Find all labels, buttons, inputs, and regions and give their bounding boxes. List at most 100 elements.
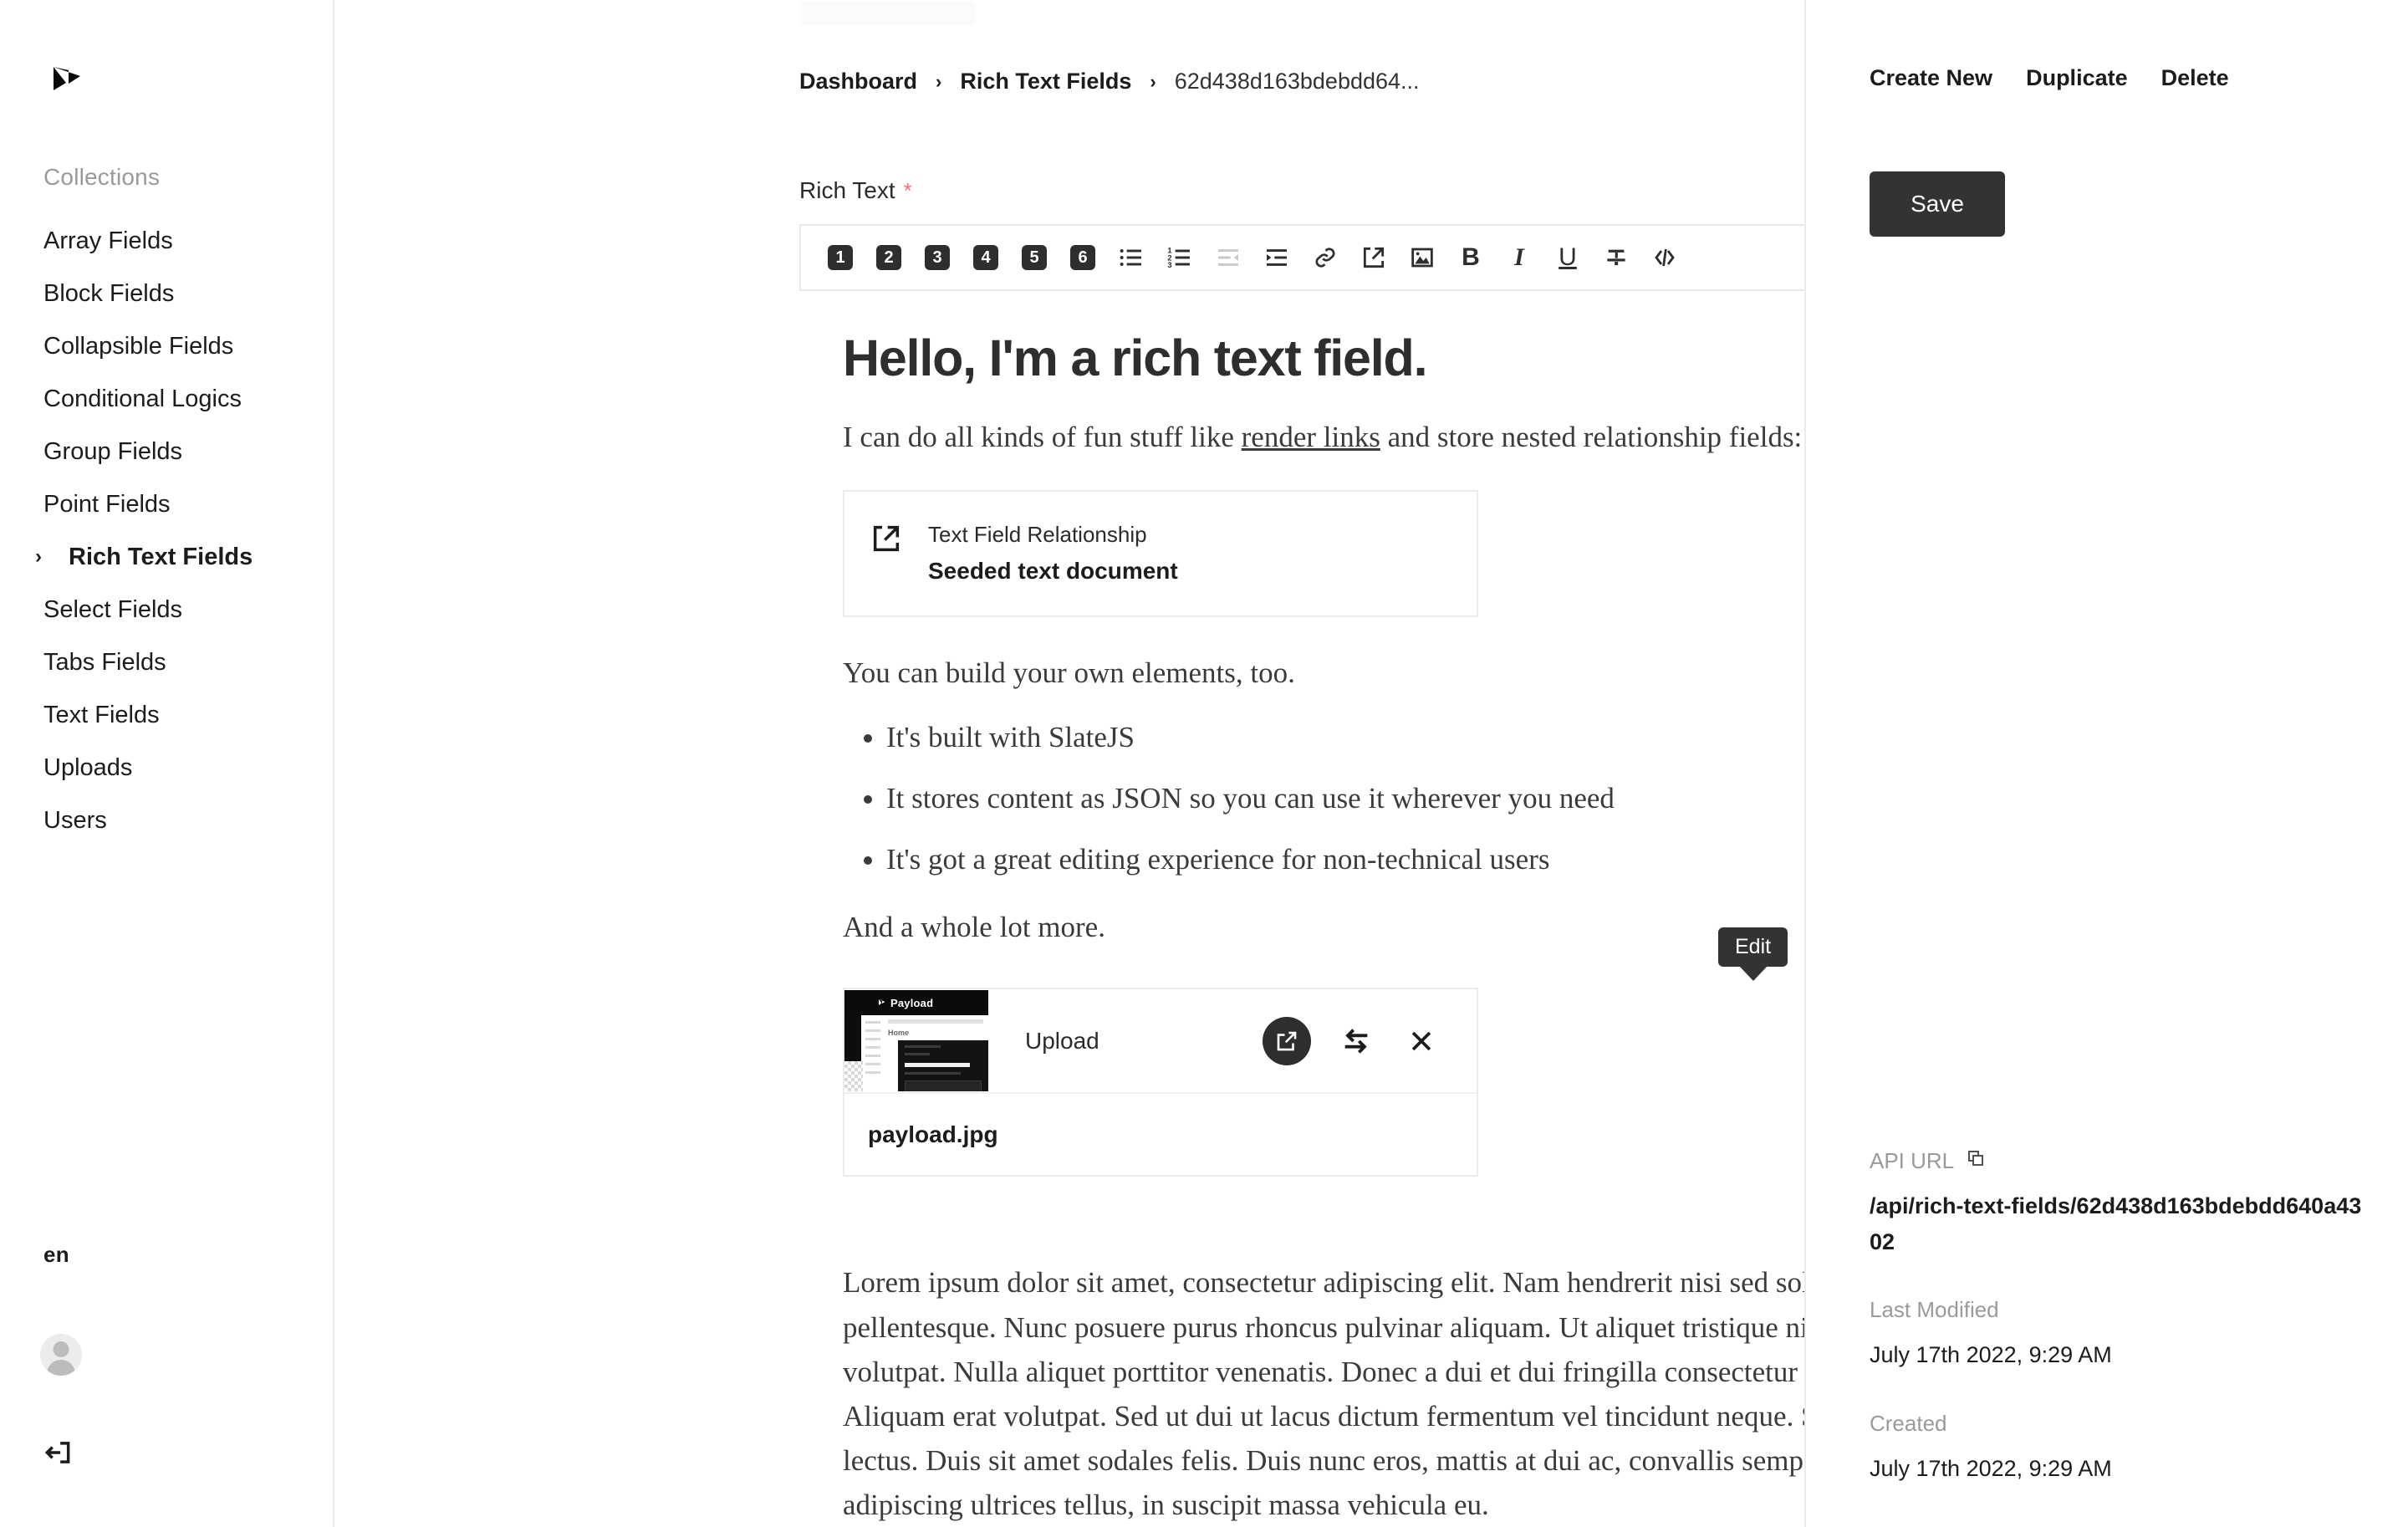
code-button[interactable] [1640, 233, 1689, 282]
sidebar-item-label: Uploads [43, 753, 133, 781]
italic-label: I [1514, 243, 1524, 271]
upload-filename: payload.jpg [868, 1121, 998, 1147]
bold-button[interactable]: B [1446, 233, 1495, 282]
content-heading-1: Hello, I'm a rich text field. [843, 329, 1428, 386]
sidebar-item-label: Point Fields [43, 490, 171, 518]
sidebar-item-uploads[interactable]: Uploads [0, 741, 334, 794]
avatar-head [53, 1341, 69, 1357]
link-button[interactable] [1301, 233, 1349, 282]
bulleted-list-button[interactable] [1107, 233, 1156, 282]
upload-row: Payload Home Upload [844, 989, 1477, 1095]
heading-2-button[interactable]: 2 [865, 233, 913, 282]
relationship-element[interactable]: Text Field Relationship Seeded text docu… [843, 489, 1478, 617]
nav-heading: Collections [43, 164, 161, 190]
swap-arrows-icon [1344, 1029, 1368, 1054]
italic-button[interactable]: I [1495, 233, 1543, 282]
outdent-button[interactable] [1204, 233, 1252, 282]
strikethrough-button[interactable] [1592, 233, 1640, 282]
payload-logo-icon[interactable] [43, 60, 87, 104]
relationship-collection-label: Text Field Relationship [928, 521, 1147, 547]
external-link-icon [1363, 247, 1385, 268]
sidebar-item-text-fields[interactable]: Text Fields [0, 688, 334, 741]
last-modified-value: July 17th 2022, 9:29 AM [1870, 1342, 2112, 1368]
image-icon [1411, 248, 1433, 268]
edit-pencil-icon [1277, 1031, 1297, 1051]
sidebar-item-users[interactable]: Users [0, 794, 334, 846]
heading-6-label: 6 [1070, 245, 1095, 270]
underline-button[interactable]: U [1543, 233, 1592, 282]
heading-5-button[interactable]: 5 [1010, 233, 1059, 282]
thumbnail-dark-panel [898, 1040, 988, 1092]
content-paragraph-3: And a whole lot more. [843, 911, 1105, 944]
indent-button[interactable] [1252, 233, 1301, 282]
sidebar-item-label: Collapsible Fields [43, 332, 234, 360]
numbered-list-button[interactable]: 1 2 3 [1156, 233, 1204, 282]
sidebar-item-label: Text Fields [43, 701, 160, 728]
sidebar-item-collapsible-fields[interactable]: Collapsible Fields [0, 319, 334, 372]
upload-element[interactable]: Payload Home Upload payload.jpg [843, 988, 1478, 1177]
sidebar-item-point-fields[interactable]: Point Fields [0, 478, 334, 530]
list-item: It stores content as JSON so you can use… [886, 776, 1804, 820]
thumbnail-brand-label: Payload [890, 996, 934, 1009]
upload-edit-button[interactable] [1263, 1016, 1311, 1065]
breadcrumb-rich-text-fields[interactable]: Rich Text Fields [960, 69, 1131, 94]
avatar[interactable] [40, 1334, 82, 1376]
app-root: Collections Array Fields Block Fields Co… [0, 0, 2408, 1527]
sidebar: Collections Array Fields Block Fields Co… [0, 0, 334, 1527]
heading-1-button[interactable]: 1 [816, 233, 865, 282]
upload-swap-button[interactable] [1336, 1021, 1376, 1061]
bulleted-list-icon [1120, 249, 1141, 266]
thumbnail-home-label: Home [888, 1029, 910, 1038]
upload-element-wrapper: Payload Home Upload payload.jpg Edit [843, 927, 1788, 1177]
upload-type-label: Upload [1025, 1027, 1099, 1054]
thumbnail-panel: Home [861, 1015, 988, 1092]
locale-selector[interactable]: en [43, 1242, 69, 1268]
copy-icon[interactable] [1966, 1148, 1986, 1174]
field-label-text: Rich Text [799, 177, 895, 203]
relationship-button[interactable] [1349, 233, 1398, 282]
sidebar-item-rich-text-fields[interactable]: › Rich Text Fields [0, 530, 334, 583]
document-meta: API URL /api/rich-text-fields/62d438d163… [1870, 1148, 2371, 1524]
paragraph-1-before: I can do all kinds of fun stuff like [843, 421, 1242, 454]
document-actions: Create New Duplicate Delete [1870, 65, 2229, 91]
relationship-document-title: Seeded text document [928, 557, 1178, 584]
breadcrumb-document-id: 62d438d163bdebdd64... [1174, 69, 1420, 94]
main-content: Dashboard › Rich Text Fields › 62d438d16… [334, 0, 1806, 1527]
breadcrumb-dashboard[interactable]: Dashboard [799, 69, 917, 94]
sidebar-item-array-fields[interactable]: Array Fields [0, 214, 334, 267]
list-item: It's got a great editing experience for … [886, 837, 1804, 881]
heading-3-button[interactable]: 3 [913, 233, 962, 282]
upload-thumbnail: Payload Home [844, 990, 988, 1092]
sidebar-item-label: Rich Text Fields [69, 543, 253, 570]
upload-button[interactable] [1398, 233, 1446, 282]
delete-button[interactable]: Delete [2161, 65, 2229, 91]
outdent-icon [1218, 249, 1238, 266]
sidebar-item-block-fields[interactable]: Block Fields [0, 267, 334, 319]
duplicate-button[interactable]: Duplicate [2026, 65, 2128, 91]
last-modified-label: Last Modified [1870, 1297, 1999, 1323]
upload-remove-button[interactable] [1401, 1021, 1441, 1061]
sidebar-item-group-fields[interactable]: Group Fields [0, 425, 334, 478]
numbered-list-icon: 1 2 3 [1167, 247, 1190, 269]
heading-5-label: 5 [1022, 245, 1047, 270]
create-new-button[interactable]: Create New [1870, 65, 1992, 91]
sidebar-item-label: Users [43, 806, 107, 834]
content-paragraph-1: I can do all kinds of fun stuff like ren… [843, 415, 1804, 459]
upload-filename-row: payload.jpg [844, 1094, 1477, 1175]
sidebar-item-conditional-logics[interactable]: Conditional Logics [0, 372, 334, 425]
save-button[interactable]: Save [1870, 171, 2005, 237]
thumbnail-sidebar [861, 1015, 885, 1092]
underline-label: U [1559, 243, 1577, 271]
render-links-link[interactable]: render links [1242, 421, 1380, 453]
heading-6-button[interactable]: 6 [1059, 233, 1107, 282]
sidebar-item-select-fields[interactable]: Select Fields [0, 583, 334, 636]
editor-content[interactable]: Hello, I'm a rich text field. I can do a… [799, 291, 1804, 1527]
logout-icon[interactable] [42, 1437, 74, 1468]
list-item: It's built with SlateJS [886, 715, 1804, 759]
external-link-icon [873, 525, 900, 551]
sidebar-item-tabs-fields[interactable]: Tabs Fields [0, 636, 334, 688]
upload-actions [1263, 1016, 1441, 1065]
breadcrumb: Dashboard › Rich Text Fields › 62d438d16… [799, 69, 1420, 94]
code-icon [1655, 248, 1675, 267]
heading-4-button[interactable]: 4 [962, 233, 1010, 282]
